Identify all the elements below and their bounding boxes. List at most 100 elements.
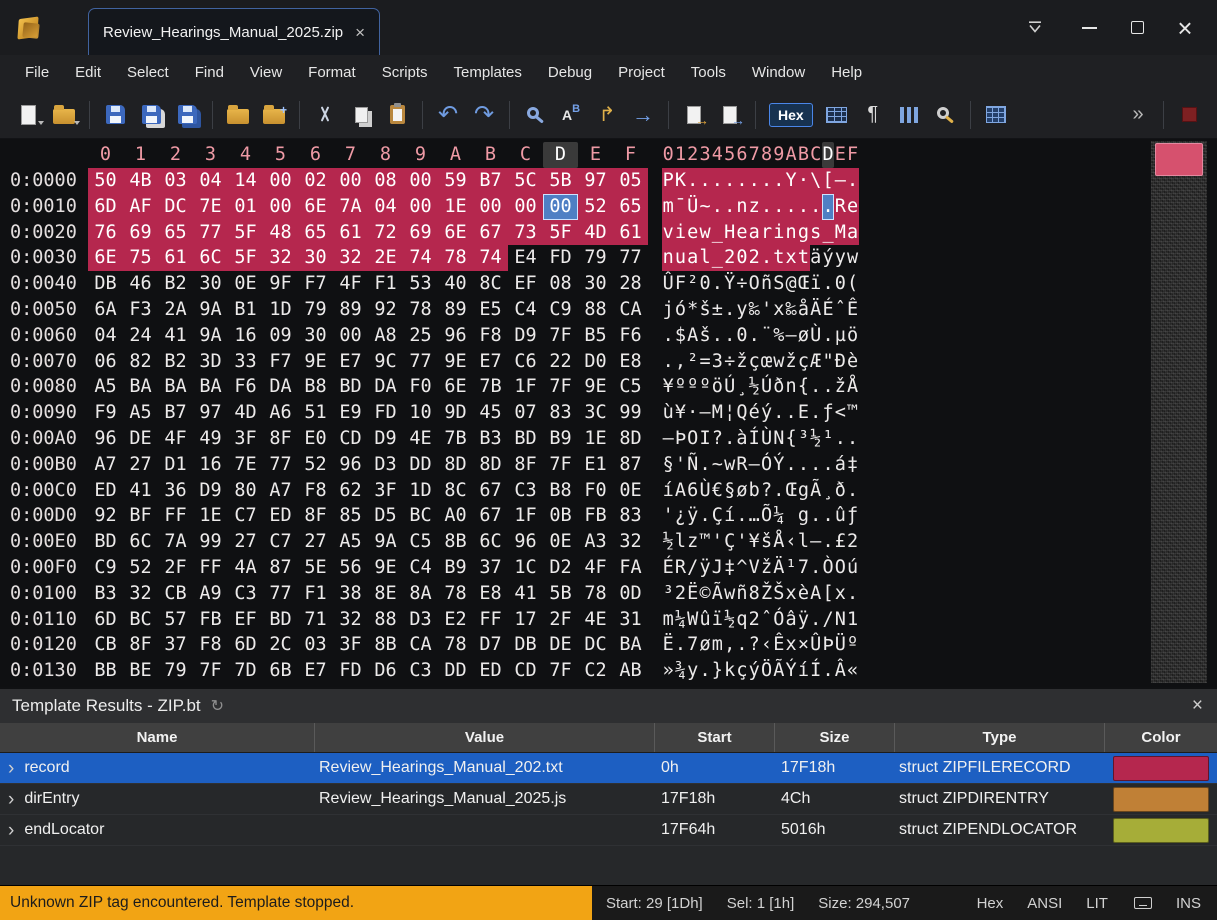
ascii-char[interactable]: € [711, 478, 723, 504]
hex-byte[interactable]: C9 [543, 297, 578, 323]
hex-byte[interactable]: F1 [368, 271, 403, 297]
ascii-char[interactable]: ï [711, 607, 723, 633]
hex-byte[interactable]: 96 [333, 452, 368, 478]
hex-byte[interactable]: D2 [543, 555, 578, 581]
hex-byte[interactable]: 30 [578, 271, 613, 297]
ascii-char[interactable]: ^ [736, 555, 748, 581]
ascii-char[interactable]: Ú [760, 374, 772, 400]
hex-byte[interactable]: D6 [368, 658, 403, 684]
hex-byte[interactable]: 8A [403, 581, 438, 607]
hex-byte[interactable]: F8 [298, 478, 333, 504]
status-hex-mode[interactable]: Hex [977, 895, 1004, 912]
hex-byte[interactable]: 73 [508, 220, 543, 246]
ascii-char[interactable]: ä [810, 245, 822, 271]
ascii-char[interactable]: O [748, 271, 760, 297]
hex-byte[interactable]: 74 [473, 245, 508, 271]
column-header-value[interactable]: Value [315, 723, 655, 752]
hex-byte[interactable]: C6 [508, 349, 543, 375]
column-header-color[interactable]: Color [1105, 723, 1217, 752]
menu-scripts[interactable]: Scripts [369, 55, 441, 91]
ascii-char[interactable]: m [662, 194, 674, 220]
ascii-char[interactable]: ž [785, 349, 797, 375]
hex-byte[interactable]: 5F [543, 220, 578, 246]
status-insert-mode[interactable]: INS [1176, 895, 1217, 912]
hex-byte[interactable]: 69 [123, 220, 158, 246]
hex-byte[interactable]: C4 [508, 297, 543, 323]
ascii-char[interactable]: . [785, 194, 797, 220]
ascii-char[interactable]: . [711, 271, 723, 297]
hex-byte[interactable]: BD [88, 529, 123, 555]
hex-byte[interactable]: 04 [88, 323, 123, 349]
ascii-char[interactable]: û [834, 503, 846, 529]
hex-byte[interactable]: 8D [613, 426, 648, 452]
hex-byte[interactable]: 89 [333, 297, 368, 323]
toolbar-calculator-button[interactable] [978, 98, 1014, 132]
ascii-char[interactable]: $ [674, 323, 686, 349]
ascii-char[interactable]: · [687, 400, 699, 426]
hex-byte[interactable]: C3 [228, 581, 263, 607]
hex-byte[interactable]: 28 [613, 271, 648, 297]
hex-byte[interactable]: 9A [193, 323, 228, 349]
ascii-char[interactable]: . [736, 632, 748, 658]
hex-byte[interactable]: 6D [88, 607, 123, 633]
hex-byte[interactable]: 2C [263, 632, 298, 658]
hex-byte[interactable]: 52 [123, 555, 158, 581]
status-charset[interactable]: ANSI [1027, 895, 1062, 912]
hex-byte[interactable]: 1F [508, 374, 543, 400]
ascii-char[interactable]: — [834, 168, 846, 194]
hex-byte[interactable]: A5 [123, 400, 158, 426]
ascii-char[interactable]: 2 [846, 529, 858, 555]
ascii-char[interactable]: g [797, 503, 809, 529]
ascii-char[interactable]: . [760, 168, 772, 194]
hex-byte[interactable]: A6 [263, 400, 298, 426]
ascii-char[interactable]: ø [797, 323, 809, 349]
ascii-char[interactable]: ‡ [846, 452, 858, 478]
ascii-char[interactable]: . [711, 323, 723, 349]
ascii-char[interactable]: N [773, 426, 785, 452]
ascii-char[interactable]: Ã [773, 658, 785, 684]
ascii-char[interactable]: w [699, 220, 711, 246]
hex-byte[interactable]: 27 [228, 529, 263, 555]
hex-byte[interactable]: 1D [403, 478, 438, 504]
hex-byte[interactable]: ED [263, 503, 298, 529]
ascii-char[interactable]: Ò [822, 555, 834, 581]
menu-project[interactable]: Project [605, 55, 678, 91]
ascii-char[interactable]: â [785, 607, 797, 633]
ascii-char[interactable]: ƒ [822, 400, 834, 426]
hex-byte[interactable]: 92 [368, 297, 403, 323]
hex-byte[interactable]: 79 [298, 297, 333, 323]
hex-byte[interactable]: 17 [508, 607, 543, 633]
ascii-char[interactable]: º [687, 374, 699, 400]
hex-byte[interactable]: 6D [88, 194, 123, 220]
ascii-char[interactable]: y [736, 297, 748, 323]
ascii-char[interactable]: . [797, 452, 809, 478]
ascii-char[interactable]: … [748, 503, 760, 529]
hex-byte[interactable]: 14 [228, 168, 263, 194]
ascii-char[interactable]: Å [846, 374, 858, 400]
hex-byte[interactable]: EF [508, 271, 543, 297]
ascii-char[interactable]: ² [687, 271, 699, 297]
ascii-char[interactable]: e [736, 220, 748, 246]
hex-byte[interactable]: 59 [438, 168, 473, 194]
ascii-char[interactable]: 0 [736, 323, 748, 349]
ascii-char[interactable]: û [699, 607, 711, 633]
ascii-char[interactable]: 2 [723, 245, 735, 271]
toolbar-undo-button[interactable] [430, 98, 466, 132]
ascii-char[interactable]: ˆ [834, 297, 846, 323]
hex-byte[interactable]: 32 [333, 607, 368, 633]
hex-byte[interactable]: 7E [193, 194, 228, 220]
ascii-char[interactable]: g [797, 220, 809, 246]
ascii-char[interactable]: è [846, 349, 858, 375]
menu-format[interactable]: Format [295, 55, 369, 91]
ascii-char[interactable]: [ [822, 581, 834, 607]
ascii-char[interactable]: Ã [810, 478, 822, 504]
toolbar-save-button[interactable] [97, 98, 133, 132]
ascii-char[interactable]: – [748, 452, 760, 478]
hex-byte[interactable]: 1C [508, 555, 543, 581]
toolbar-table-button[interactable] [819, 98, 855, 132]
ascii-char[interactable]: – [662, 426, 674, 452]
toolbar-paste-button[interactable] [379, 98, 415, 132]
scrollbar-thumb[interactable] [1155, 143, 1203, 176]
hex-byte[interactable]: 3F [333, 632, 368, 658]
ascii-char[interactable]: £ [834, 529, 846, 555]
